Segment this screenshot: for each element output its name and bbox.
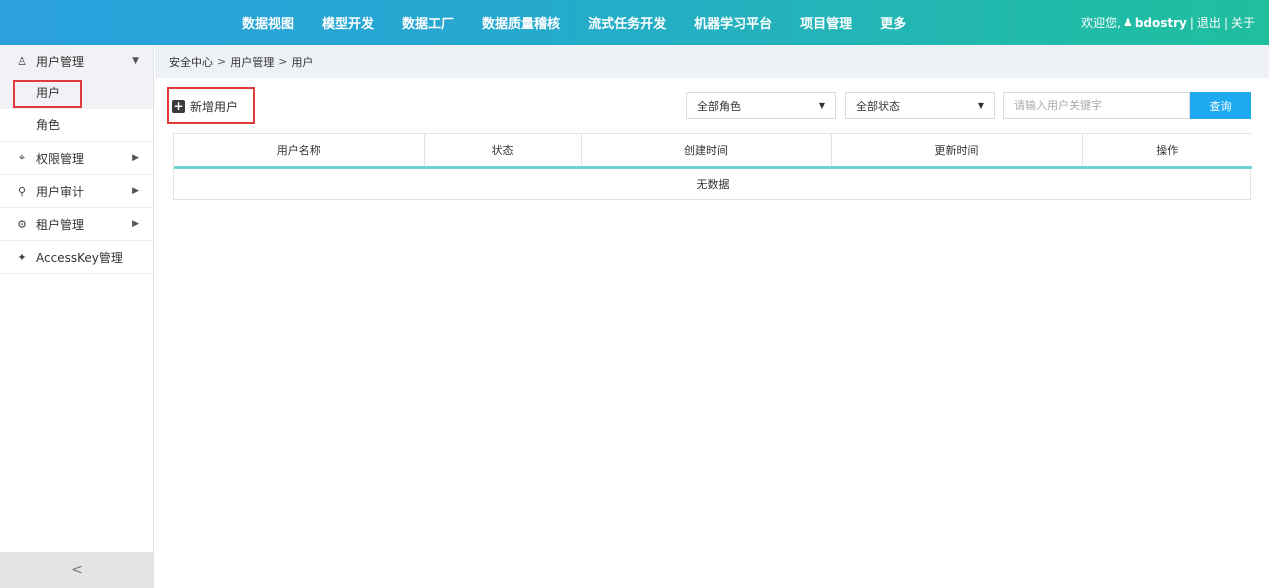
sidebar-item-permission[interactable]: ⌖ 权限管理 ▶ xyxy=(0,142,153,174)
menu-group-audit: ⚲ 用户审计 ▶ xyxy=(0,175,153,208)
sidebar-item-audit[interactable]: ⚲ 用户审计 ▶ xyxy=(0,175,153,207)
column-header-actions: 操作 xyxy=(1082,134,1252,169)
user-name[interactable]: bdostry xyxy=(1135,16,1187,30)
nav-item-data-view[interactable]: 数据视图 xyxy=(228,13,308,32)
plus-square-icon: + xyxy=(172,98,185,113)
top-nav: 数据视图 模型开发 数据工厂 数据质量稽核 流式任务开发 机器学习平台 项目管理… xyxy=(228,0,920,45)
menu-group-permission: ⌖ 权限管理 ▶ xyxy=(0,142,153,175)
logout-link[interactable]: 退出 xyxy=(1197,14,1221,31)
nav-item-data-factory[interactable]: 数据工厂 xyxy=(388,13,468,32)
breadcrumb-item-current: 用户 xyxy=(291,55,314,69)
search-input[interactable] xyxy=(1003,92,1190,119)
separator: | xyxy=(1223,15,1228,30)
nav-item-more[interactable]: 更多 xyxy=(866,13,920,32)
sidebar-item-roles[interactable]: 角色 xyxy=(0,109,153,141)
column-header-created[interactable]: 创建时间 xyxy=(581,134,832,169)
about-link[interactable]: 关于 xyxy=(1231,14,1255,31)
sidebar-item-label: 权限管理 xyxy=(36,151,85,166)
top-bar: 数据视图 模型开发 数据工厂 数据质量稽核 流式任务开发 机器学习平台 项目管理… xyxy=(0,0,1269,45)
search-icon: ⚲ xyxy=(17,184,27,198)
nav-item-stream-task[interactable]: 流式任务开发 xyxy=(574,13,680,32)
chevron-right-icon: ▶ xyxy=(132,219,139,229)
chevron-down-icon: ▼ xyxy=(132,56,139,66)
column-header-status[interactable]: 状态 xyxy=(424,134,582,169)
caret-down-icon: ▼ xyxy=(818,101,825,110)
user-icon: ♟ xyxy=(1122,16,1133,29)
users-table: 用户名称 状态 创建时间 更新时间 操作 无数据 xyxy=(173,133,1252,200)
pin-icon: ✦ xyxy=(17,250,27,264)
sidebar-item-tenant[interactable]: ⚙ 租户管理 ▶ xyxy=(0,208,153,240)
nav-item-model-dev[interactable]: 模型开发 xyxy=(308,13,388,32)
nav-item-data-quality[interactable]: 数据质量稽核 xyxy=(468,13,574,32)
empty-text: 无数据 xyxy=(696,177,730,191)
menu-group-accesskey: ✦ AccessKey管理 xyxy=(0,241,153,274)
sidebar-item-user-mgmt[interactable]: ♙ 用户管理 ▼ xyxy=(0,45,153,77)
sidebar-item-accesskey[interactable]: ✦ AccessKey管理 xyxy=(0,241,153,273)
status-select[interactable]: 全部状态 ▼ xyxy=(845,92,995,119)
add-user-button[interactable]: + 新增用户 xyxy=(172,92,238,120)
menu-group-tenant: ⚙ 租户管理 ▶ xyxy=(0,208,153,241)
welcome-text: 欢迎您, xyxy=(1081,16,1121,30)
table-row-empty: 无数据 xyxy=(174,167,1252,199)
users-icon: ♙ xyxy=(17,54,27,68)
sidebar-item-label: 租户管理 xyxy=(36,217,85,232)
separator: | xyxy=(1189,15,1194,30)
sidebar-item-label: AccessKey管理 xyxy=(36,250,123,265)
column-header-updated[interactable]: 更新时间 xyxy=(831,134,1083,169)
user-area: 欢迎您, ♟ bdostry | 退出 | 关于 xyxy=(1081,0,1255,45)
caret-down-icon: ▼ xyxy=(977,101,984,110)
chevron-right-icon: ▶ xyxy=(132,186,139,196)
nav-item-project-mgmt[interactable]: 项目管理 xyxy=(786,13,866,32)
search-button[interactable]: 查询 xyxy=(1190,92,1251,119)
sidebar-item-label: 用户管理 xyxy=(36,54,85,69)
gear-icon: ⚙ xyxy=(17,217,27,231)
chevron-right-icon: ▶ xyxy=(132,153,139,163)
add-user-label: 新增用户 xyxy=(190,99,239,114)
breadcrumb-item[interactable]: 用户管理 xyxy=(230,54,274,70)
breadcrumb-item[interactable]: 安全中心 xyxy=(169,54,213,70)
status-select-value: 全部状态 xyxy=(856,99,900,113)
chevron-left-icon: < xyxy=(71,562,83,578)
breadcrumb-separator: > xyxy=(278,55,288,68)
table-header-row: 用户名称 状态 创建时间 更新时间 操作 xyxy=(174,134,1252,169)
submenu-user-mgmt: 用户 角色 xyxy=(0,77,153,141)
nav-item-ml-platform[interactable]: 机器学习平台 xyxy=(680,13,786,32)
sidebar-collapse-button[interactable]: < xyxy=(0,552,154,588)
sidebar-item-label: 用户审计 xyxy=(36,184,85,199)
role-select[interactable]: 全部角色 ▼ xyxy=(686,92,836,119)
menu-group-user-mgmt: ♙ 用户管理 ▼ 用户 角色 xyxy=(0,45,153,142)
breadcrumb: 安全中心 > 用户管理 > 用户 xyxy=(155,45,1269,78)
breadcrumb-separator: > xyxy=(217,55,227,68)
sidebar: ♙ 用户管理 ▼ 用户 角色 ⌖ 权限管理 ▶ ⚲ 用户审计 ▶ ⚙ 租户管理 … xyxy=(0,45,154,588)
sidebar-item-users[interactable]: 用户 xyxy=(0,77,153,109)
key-icon: ⌖ xyxy=(18,151,26,164)
role-select-value: 全部角色 xyxy=(697,99,741,113)
column-header-username[interactable]: 用户名称 xyxy=(174,134,425,169)
